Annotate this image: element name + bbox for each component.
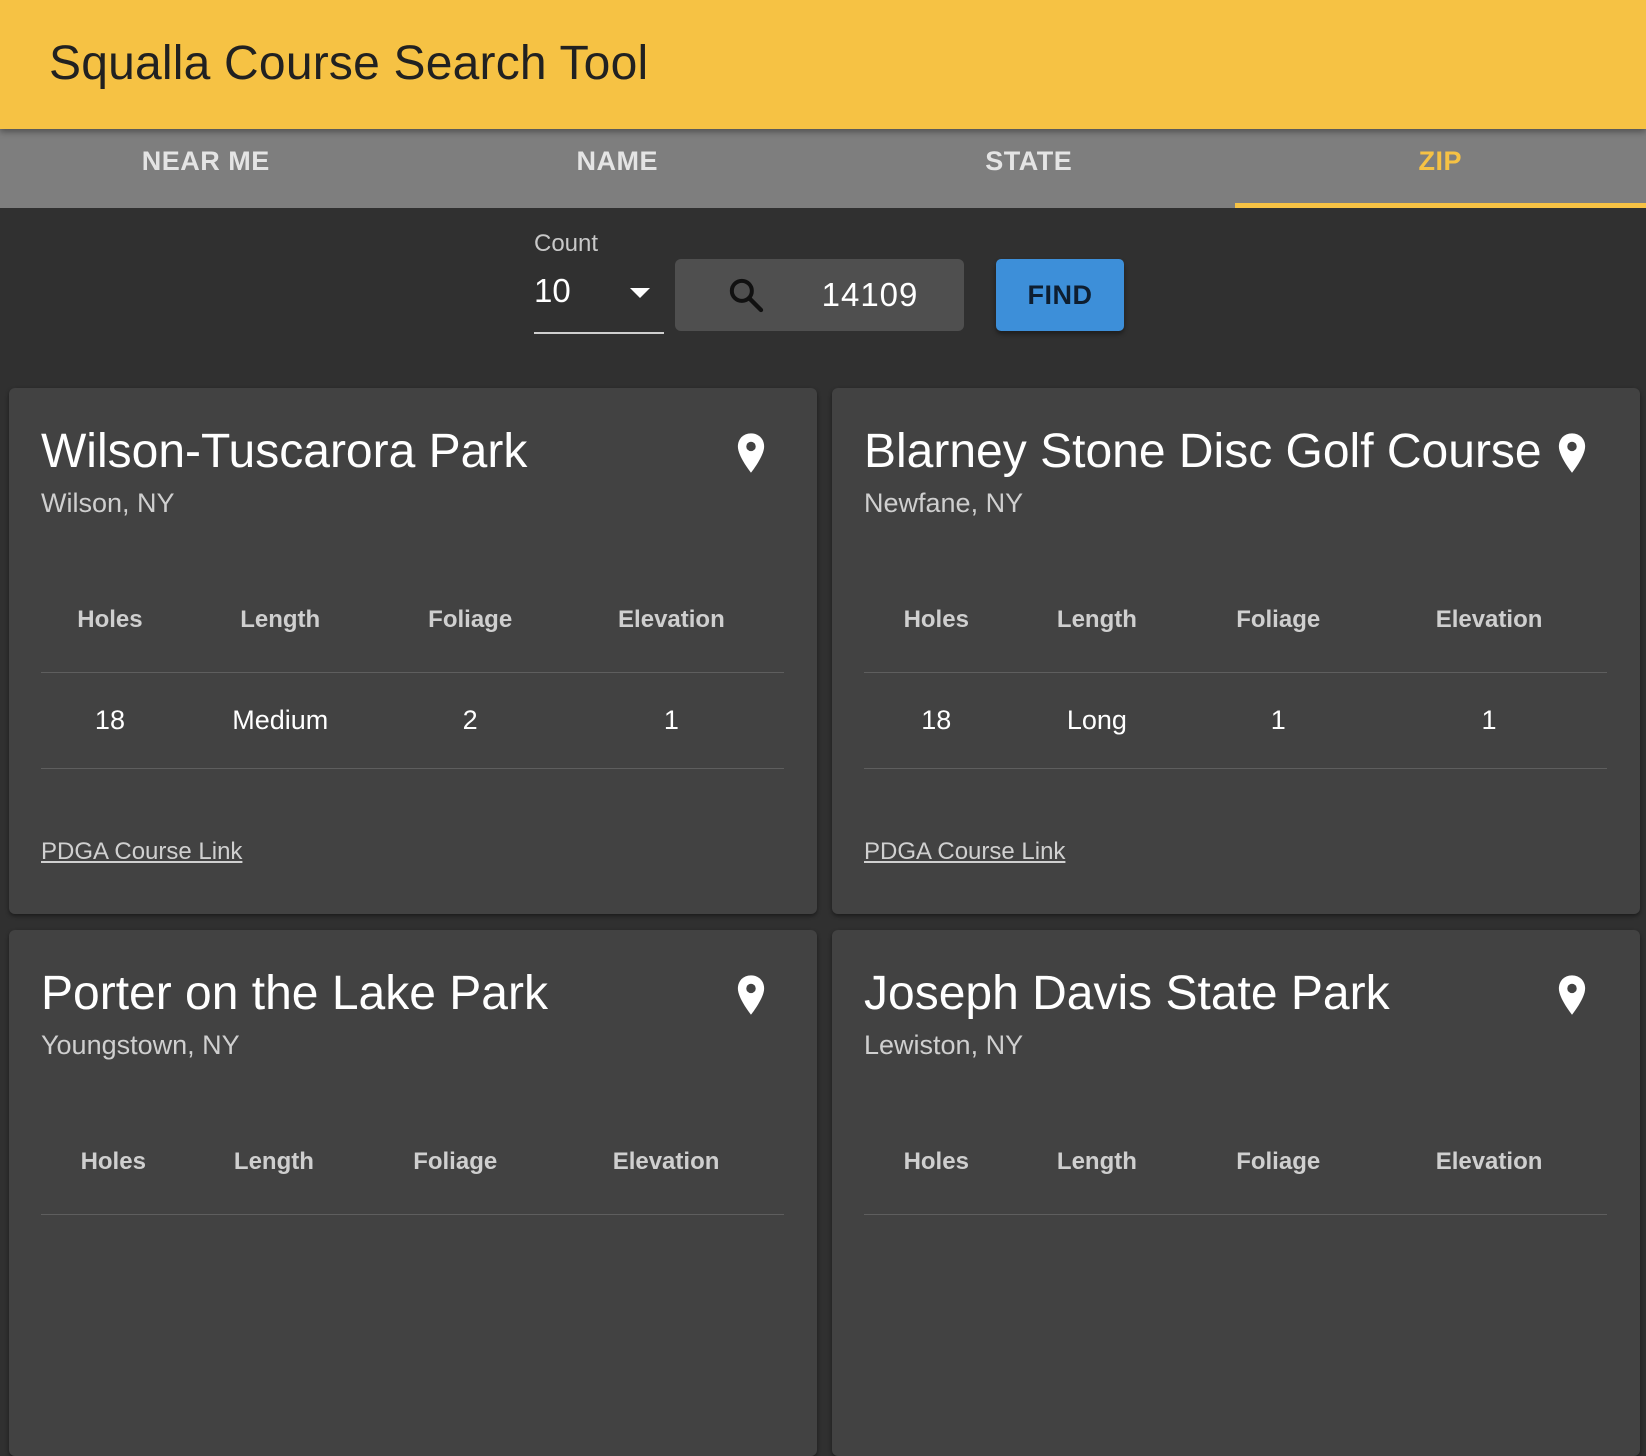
search-icon (726, 275, 766, 315)
table-header-row: Holes Length Foliage Elevation (864, 1110, 1607, 1214)
tab-near-me[interactable]: NEAR ME (0, 129, 412, 208)
table-header-row: Holes Length Foliage Elevation (41, 568, 784, 672)
table-header-row: Holes Length Foliage Elevation (864, 568, 1607, 672)
course-name: Wilson-Tuscarora Park (41, 424, 527, 479)
course-card: Porter on the Lake Park Youngstown, NY H… (9, 930, 817, 1456)
pdga-course-link[interactable]: PDGA Course Link (41, 838, 242, 866)
foliage-value: 1 (1185, 672, 1371, 768)
location-pin-icon[interactable] (1556, 432, 1588, 474)
tab-label: NAME (577, 146, 659, 176)
active-tab-indicator (1235, 203, 1646, 208)
course-location: Youngstown, NY (41, 1030, 240, 1061)
course-name: Porter on the Lake Park (41, 966, 548, 1021)
tab-name[interactable]: NAME (412, 129, 824, 208)
header-length: Length (179, 568, 382, 672)
header-holes: Holes (864, 568, 1009, 672)
course-card: Wilson-Tuscarora Park Wilson, NY Holes L… (9, 388, 817, 914)
header-holes: Holes (41, 1110, 186, 1214)
foliage-value: 2 (382, 672, 559, 768)
header-foliage: Foliage (362, 1110, 548, 1214)
header-elevation: Elevation (548, 1110, 784, 1214)
header-foliage: Foliage (382, 568, 559, 672)
pdga-course-link[interactable]: PDGA Course Link (864, 838, 1065, 866)
find-button[interactable]: FIND (996, 259, 1124, 331)
course-stats-table: Holes Length Foliage Elevation (41, 1110, 784, 1215)
header-foliage: Foliage (1185, 568, 1371, 672)
zip-input[interactable] (785, 259, 955, 331)
table-row: 18 Long 1 1 (864, 672, 1607, 768)
header-length: Length (1009, 1110, 1186, 1214)
app-bar: Squalla Course Search Tool (0, 0, 1646, 129)
tab-label: ZIP (1418, 146, 1462, 176)
course-name: Joseph Davis State Park (864, 966, 1390, 1021)
table-header-row: Holes Length Foliage Elevation (41, 1110, 784, 1214)
course-card: Blarney Stone Disc Golf Course Newfane, … (832, 388, 1640, 914)
header-elevation: Elevation (1371, 568, 1607, 672)
course-stats-table: Holes Length Foliage Elevation (864, 1110, 1607, 1215)
location-pin-icon[interactable] (735, 432, 767, 474)
zip-search-field[interactable] (675, 259, 964, 331)
tab-state[interactable]: STATE (823, 129, 1235, 208)
header-elevation: Elevation (559, 568, 784, 672)
count-value: 10 (534, 272, 571, 310)
holes-value: 18 (864, 672, 1009, 768)
elevation-value: 1 (559, 672, 784, 768)
course-location: Newfane, NY (864, 488, 1023, 519)
course-name: Blarney Stone Disc Golf Course (864, 424, 1542, 479)
header-elevation: Elevation (1371, 1110, 1607, 1214)
holes-value: 18 (41, 672, 179, 768)
course-stats-table: Holes Length Foliage Elevation 18 Long 1… (864, 568, 1607, 769)
search-mode-tabs: NEAR ME NAME STATE ZIP (0, 129, 1646, 208)
tab-label: STATE (985, 146, 1072, 176)
elevation-value: 1 (1371, 672, 1607, 768)
header-holes: Holes (41, 568, 179, 672)
count-label: Count (534, 230, 598, 258)
app-title: Squalla Course Search Tool (49, 36, 648, 91)
course-stats-table: Holes Length Foliage Elevation 18 Medium… (41, 568, 784, 769)
header-length: Length (1009, 568, 1186, 672)
course-card: Joseph Davis State Park Lewiston, NY Hol… (832, 930, 1640, 1456)
header-foliage: Foliage (1185, 1110, 1371, 1214)
table-row: 18 Medium 2 1 (41, 672, 784, 768)
header-holes: Holes (864, 1110, 1009, 1214)
location-pin-icon[interactable] (735, 974, 767, 1016)
location-pin-icon[interactable] (1556, 974, 1588, 1016)
length-value: Long (1009, 672, 1186, 768)
tab-zip[interactable]: ZIP (1235, 129, 1646, 208)
header-length: Length (186, 1110, 363, 1214)
search-bar: Count 10 FIND (0, 208, 1646, 378)
caret-down-icon (630, 288, 650, 298)
count-select[interactable]: 10 (534, 262, 664, 334)
course-location: Wilson, NY (41, 488, 175, 519)
tab-label: NEAR ME (142, 146, 270, 176)
course-location: Lewiston, NY (864, 1030, 1023, 1061)
length-value: Medium (179, 672, 382, 768)
